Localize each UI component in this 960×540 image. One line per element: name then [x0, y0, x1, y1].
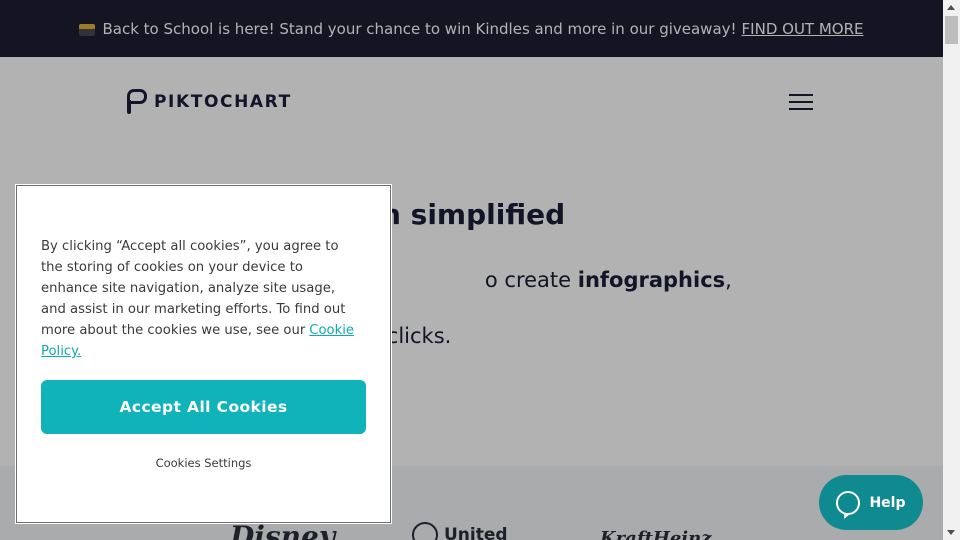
accept-all-cookies-button[interactable]: Accept All Cookies — [41, 380, 366, 434]
chat-question-icon — [836, 490, 861, 519]
scroll-down-arrow-icon[interactable] — [947, 530, 955, 535]
cookie-consent-text: By clicking “Accept all cookies”, you ag… — [41, 239, 355, 359]
page-scrollbar[interactable] — [943, 0, 960, 540]
cookie-consent-dialog: By clicking “Accept all cookies”, you ag… — [15, 184, 392, 524]
scroll-up-arrow-icon[interactable] — [947, 5, 955, 10]
cookies-settings-button[interactable]: Cookies Settings — [41, 456, 366, 470]
help-button[interactable]: Help — [819, 475, 923, 530]
scrollbar-thumb[interactable] — [945, 16, 958, 44]
help-label: Help — [869, 494, 906, 511]
